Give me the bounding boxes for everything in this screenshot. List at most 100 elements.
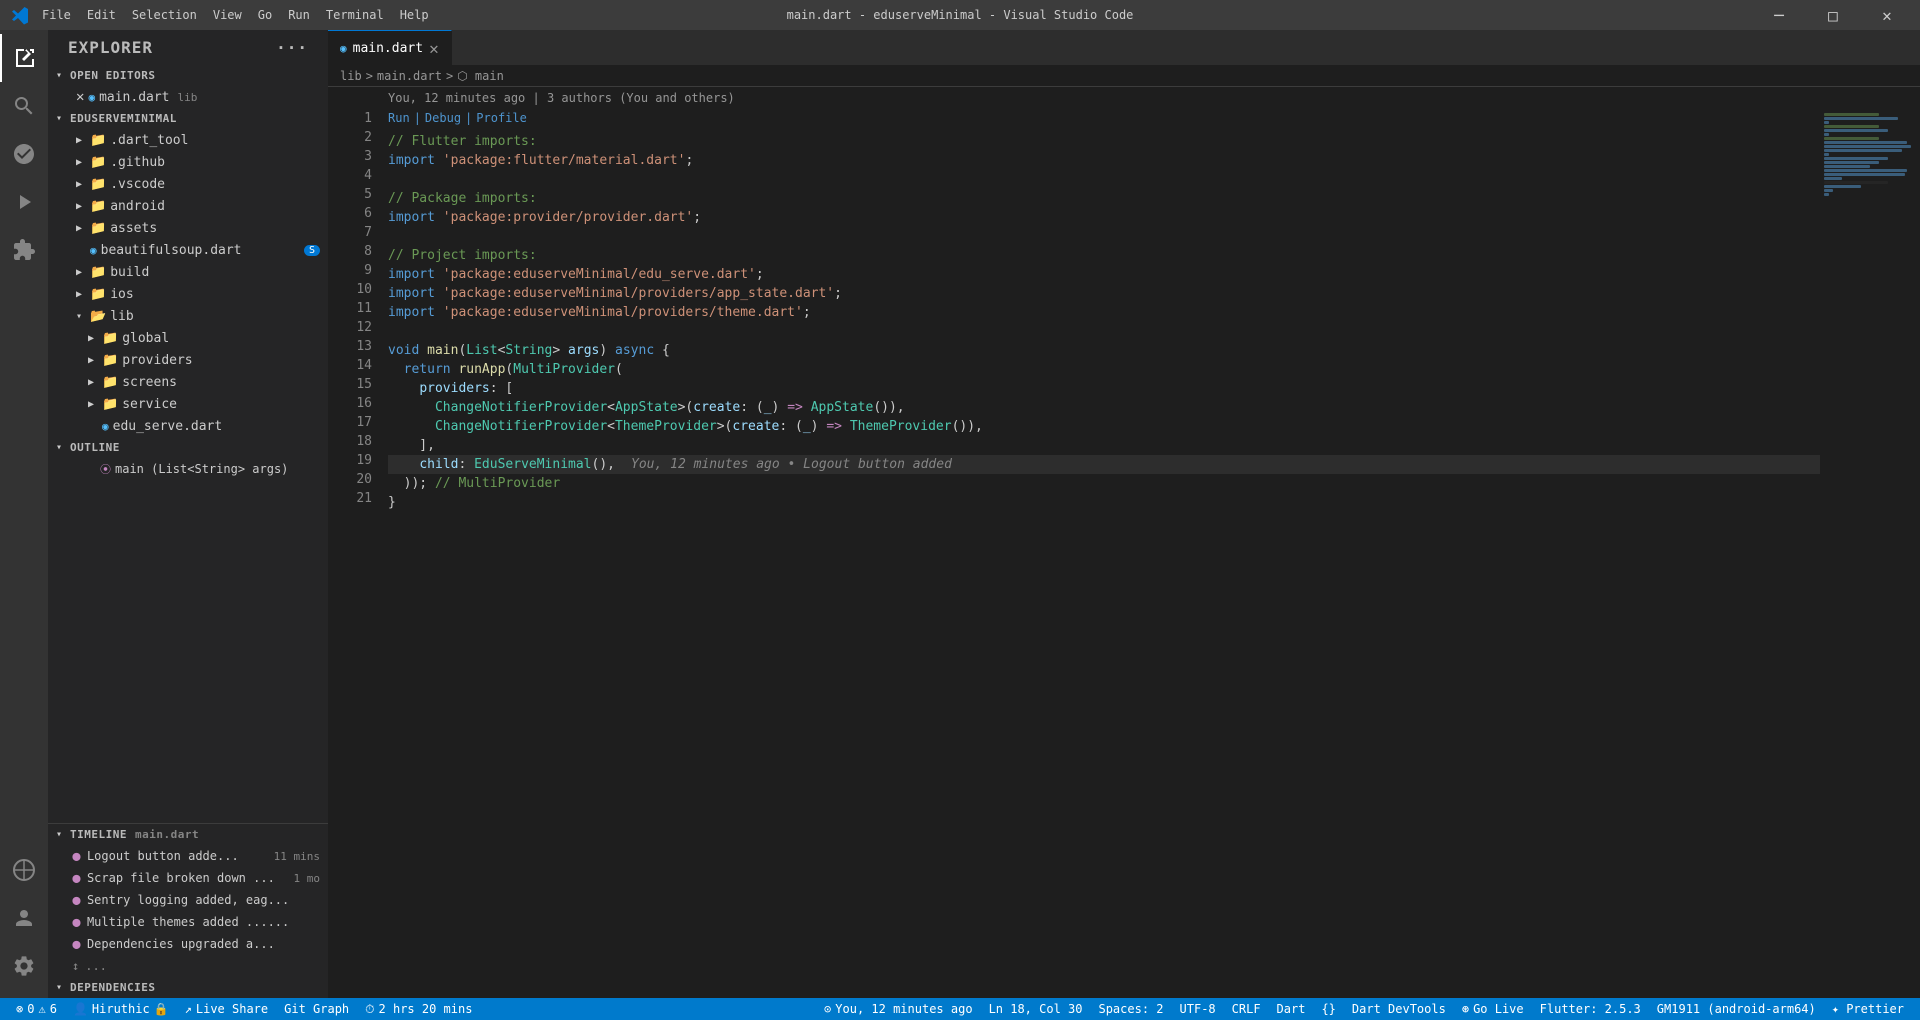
project-section[interactable]: ▾ EDUSERVEMINIMAL — [48, 108, 328, 129]
open-editors-label: OPEN EDITORS — [70, 69, 155, 82]
debug-link[interactable]: Debug — [425, 109, 461, 128]
status-spaces[interactable]: Spaces: 2 — [1090, 998, 1171, 1020]
status-go-live[interactable]: ⊛ Go Live — [1454, 998, 1532, 1020]
settings-activity-icon[interactable] — [0, 942, 48, 990]
error-count: 0 — [27, 1002, 34, 1016]
status-git-blame[interactable]: ⊙ You, 12 minutes ago — [816, 998, 981, 1020]
warning-icon: ⚠ — [38, 1002, 45, 1016]
folder-dart-tool[interactable]: ▶ 📁 .dart_tool — [48, 129, 328, 151]
status-flutter-version[interactable]: Flutter: 2.5.3 — [1532, 998, 1649, 1020]
android-folder-icon: 📁 — [90, 199, 106, 214]
status-git-graph[interactable]: Git Graph — [276, 998, 357, 1020]
menu-edit[interactable]: Edit — [87, 8, 116, 22]
timeline-label: TIMELINE — [70, 828, 127, 841]
breadcrumb-file[interactable]: main.dart — [377, 69, 442, 83]
file-edu-serve[interactable]: ◉ edu_serve.dart — [48, 415, 328, 437]
open-editors-section[interactable]: ▾ OPEN EDITORS — [48, 65, 328, 86]
search-activity-icon[interactable] — [0, 82, 48, 130]
status-time[interactable]: ⏱ 2 hrs 20 mins — [357, 998, 480, 1020]
menu-help[interactable]: Help — [400, 8, 429, 22]
profile-link[interactable]: Profile — [476, 109, 527, 128]
titlebar: File Edit Selection View Go Run Terminal… — [0, 0, 1920, 30]
breadcrumb-main[interactable]: ⬡ main — [457, 69, 504, 83]
status-format[interactable]: {} — [1313, 998, 1343, 1020]
timeline-item-0[interactable]: ⬤ Logout button adde... 11 mins — [48, 845, 328, 867]
tab-main-dart[interactable]: ◉ main.dart ✕ — [328, 30, 452, 65]
minimap-line — [1824, 137, 1879, 140]
folder-assets[interactable]: ▶ 📁 assets — [48, 217, 328, 239]
github-arrow: ▶ — [76, 157, 86, 168]
activity-bar-bottom — [0, 846, 48, 998]
code-editor[interactable]: Run | Debug | Profile // Flutter imports… — [380, 109, 1820, 998]
status-dart-devtools[interactable]: Dart DevTools — [1344, 998, 1454, 1020]
folder-lib[interactable]: ▾ 📂 lib — [48, 305, 328, 327]
status-git-user[interactable]: 👤 Hiruthic 🔒 — [65, 998, 177, 1020]
run-activity-icon[interactable] — [0, 178, 48, 226]
breadcrumb-lib[interactable]: lib — [340, 69, 362, 83]
assets-label: assets — [110, 221, 157, 236]
build-label: build — [110, 265, 149, 280]
remote-activity-icon[interactable] — [0, 846, 48, 894]
close-file-icon[interactable]: ✕ — [76, 89, 84, 105]
status-eol[interactable]: CRLF — [1224, 998, 1269, 1020]
vscode-logo-icon — [10, 5, 30, 25]
menu-file[interactable]: File — [42, 8, 71, 22]
menu-terminal[interactable]: Terminal — [326, 8, 384, 22]
run-link[interactable]: Run — [388, 109, 410, 128]
timeline-item-3[interactable]: ⬤ Multiple themes added ...... — [48, 911, 328, 933]
status-encoding[interactable]: UTF-8 — [1172, 998, 1224, 1020]
outline-section[interactable]: ▾ OUTLINE — [48, 437, 328, 458]
more-actions-icon[interactable]: ··· — [276, 38, 308, 57]
status-live-share[interactable]: ↗ Live Share — [177, 998, 276, 1020]
github-folder-icon: 📁 — [90, 155, 106, 170]
close-button[interactable]: ✕ — [1864, 0, 1910, 30]
timeline-item-2[interactable]: ⬤ Sentry logging added, eag... — [48, 889, 328, 911]
folder-ios[interactable]: ▶ 📁 ios — [48, 283, 328, 305]
timeline-item-1[interactable]: ⬤ Scrap file broken down ... 1 mo — [48, 867, 328, 889]
assets-arrow: ▶ — [76, 223, 86, 234]
menu-view[interactable]: View — [213, 8, 242, 22]
folder-android[interactable]: ▶ 📁 android — [48, 195, 328, 217]
explorer-activity-icon[interactable] — [0, 34, 48, 82]
folder-build[interactable]: ▶ 📁 build — [48, 261, 328, 283]
dependencies-section[interactable]: ▾ DEPENDENCIES — [48, 977, 328, 998]
minimap-line — [1824, 149, 1902, 152]
open-file-main-dart[interactable]: ✕ ◉ main.dart lib — [48, 86, 328, 108]
dart-tool-folder-icon: 📁 — [90, 133, 106, 148]
menu-selection[interactable]: Selection — [132, 8, 197, 22]
status-device[interactable]: GM1911 (android-arm64) — [1649, 998, 1824, 1020]
timeline-item-5[interactable]: ↕ ... — [48, 955, 328, 977]
timeline-text-1: Scrap file broken down ... — [87, 871, 275, 885]
account-activity-icon[interactable] — [0, 894, 48, 942]
minimize-button[interactable]: ─ — [1756, 0, 1802, 30]
status-prettier[interactable]: ✦ Prettier — [1824, 998, 1912, 1020]
code-line-20: } — [388, 493, 1820, 512]
menu-go[interactable]: Go — [258, 8, 272, 22]
folder-service[interactable]: ▶ 📁 service — [48, 393, 328, 415]
assets-folder-icon: 📁 — [90, 221, 106, 236]
folder-github[interactable]: ▶ 📁 .github — [48, 151, 328, 173]
minimap — [1820, 109, 1920, 998]
extensions-activity-icon[interactable] — [0, 226, 48, 274]
tab-close-icon[interactable]: ✕ — [429, 39, 439, 58]
maximize-button[interactable]: □ — [1810, 0, 1856, 30]
minimap-content — [1820, 109, 1920, 201]
folder-vscode[interactable]: ▶ 📁 .vscode — [48, 173, 328, 195]
outline-main-function[interactable]: ⦿ main (List<String> args) — [48, 458, 328, 480]
file-beautifulsoup[interactable]: ◉ beautifulsoup.dart S — [48, 239, 328, 261]
language-label: Dart — [1277, 1002, 1306, 1016]
menu-run[interactable]: Run — [288, 8, 310, 22]
providers-arrow: ▶ — [88, 355, 98, 366]
minimap-line — [1824, 193, 1829, 196]
folder-screens[interactable]: ▶ 📁 screens — [48, 371, 328, 393]
timeline-header[interactable]: ▾ TIMELINE main.dart — [48, 824, 328, 845]
status-errors[interactable]: ⊗ 0 ⚠ 6 — [8, 998, 65, 1020]
explorer-title: EXPLORER — [68, 38, 153, 57]
source-control-activity-icon[interactable] — [0, 130, 48, 178]
folder-providers[interactable]: ▶ 📁 providers — [48, 349, 328, 371]
folder-global[interactable]: ▶ 📁 global — [48, 327, 328, 349]
timeline-item-4[interactable]: ⬤ Dependencies upgraded a... — [48, 933, 328, 955]
dep-arrow: ▾ — [56, 982, 66, 993]
status-cursor[interactable]: Ln 18, Col 30 — [981, 998, 1091, 1020]
status-language[interactable]: Dart — [1269, 998, 1314, 1020]
